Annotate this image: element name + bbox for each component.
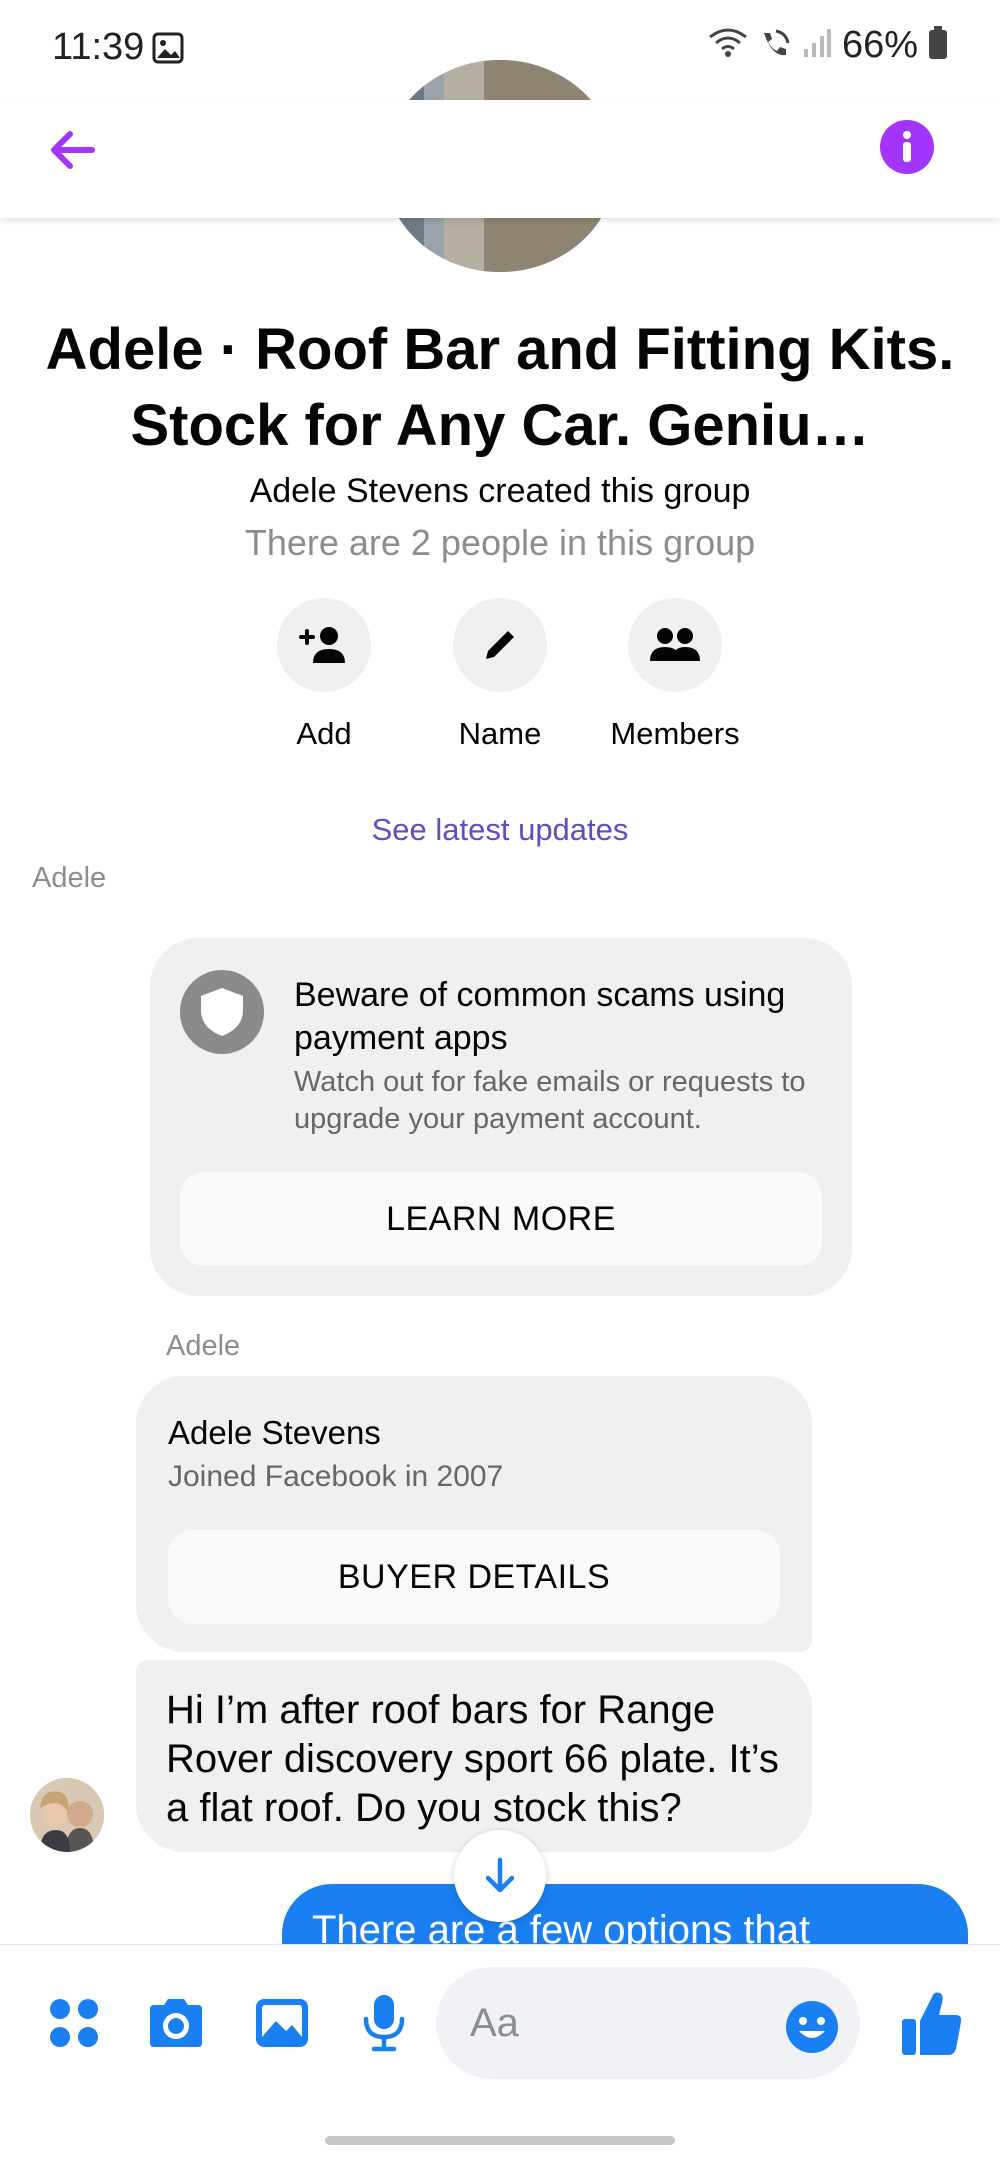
members-icon [650, 628, 700, 661]
gallery-icon [256, 1999, 308, 2047]
name-button[interactable]: Name [400, 598, 600, 752]
battery-percent: 66% [841, 24, 918, 66]
profile-name: Adele Stevens [168, 1414, 381, 1451]
add-label: Add [296, 716, 352, 751]
thumbs-up-icon [902, 1992, 962, 2055]
emoji-icon [786, 2001, 838, 2053]
sender-label: Adele [32, 862, 107, 894]
avatar[interactable] [30, 1778, 104, 1852]
microphone-icon [363, 1995, 405, 2052]
info-icon [903, 131, 911, 162]
status-indicators: 66% [708, 24, 948, 67]
message-composer [0, 1944, 1000, 2114]
members-label: Members [610, 716, 740, 751]
buyer-details-button[interactable]: BUYER DETAILS [168, 1530, 780, 1624]
add-person-icon [299, 627, 345, 663]
home-indicator [325, 2136, 675, 2145]
menu-dots-button[interactable] [42, 1991, 106, 2055]
chat-header [0, 100, 1000, 218]
buyer-profile-card: Adele Stevens Joined Facebook in 2007 BU… [136, 1376, 812, 1652]
microphone-button[interactable] [352, 1991, 416, 2055]
battery-icon [928, 26, 948, 65]
group-title: Adele · Roof Bar and Fitting Kits. Stock… [45, 317, 955, 458]
gallery-button[interactable] [250, 1991, 314, 2055]
info-button[interactable] [880, 120, 934, 174]
members-button[interactable]: Members [575, 598, 775, 752]
shield-icon [201, 988, 243, 1036]
wifi-icon [708, 27, 748, 64]
profile-joined: Joined Facebook in 2007 [168, 1460, 504, 1493]
scroll-down-button[interactable] [454, 1830, 546, 1922]
sender-label: Adele [166, 1330, 241, 1362]
arrow-down-icon [485, 1857, 515, 1893]
group-member-count: There are 2 people in this group [244, 522, 756, 563]
outgoing-message[interactable]: There are a few options that [282, 1884, 968, 1944]
add-button[interactable]: Add [224, 598, 424, 752]
name-circle [453, 598, 547, 692]
menu-dots-icon [50, 1999, 98, 2047]
members-circle [628, 598, 722, 692]
shield-badge [180, 970, 264, 1054]
outgoing-message-text: There are a few options that [282, 1884, 968, 1944]
status-time: 11:39 [52, 26, 145, 68]
wifi-call-icon [758, 27, 792, 64]
emoji-button[interactable] [784, 1999, 840, 2055]
scam-warning-card: Beware of common scams using payment app… [150, 938, 852, 1296]
add-circle [277, 598, 371, 692]
back-arrow-icon [51, 131, 95, 169]
camera-icon [150, 1999, 202, 2047]
see-latest-updates-link[interactable]: See latest updates [0, 812, 1000, 848]
learn-more-button[interactable]: LEARN MORE [180, 1172, 822, 1266]
back-button[interactable] [44, 120, 104, 180]
pencil-icon [486, 631, 514, 659]
incoming-message[interactable]: Hi I’m after roof bars for Range Rover d… [136, 1660, 812, 1852]
thumbs-up-button[interactable] [900, 1989, 964, 2059]
name-label: Name [458, 716, 542, 751]
scam-warning-title: Beware of common scams using payment app… [294, 976, 786, 1057]
scam-warning-description: Watch out for fake emails or requests to… [294, 1066, 806, 1135]
signal-icon [802, 27, 832, 64]
image-icon [152, 32, 184, 64]
camera-button[interactable] [144, 1991, 208, 2055]
group-creator-text: Adele Stevens created this group [249, 472, 751, 510]
